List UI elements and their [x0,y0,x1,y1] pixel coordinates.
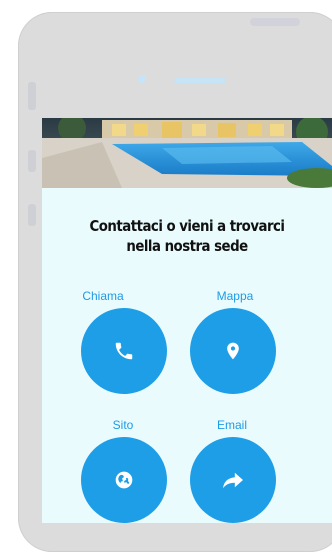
top-button [250,18,300,26]
email-label: Email [216,418,247,432]
hero-image [42,118,332,188]
camera-icon [138,75,146,83]
map-button[interactable] [190,308,276,394]
speaker-grille [174,78,226,83]
website-button[interactable] [81,437,167,523]
page-title: Contattaci o vieni a trovarci nella nost… [62,216,311,256]
site-label: Sito [112,418,134,432]
phone-screen: Contattaci o vieni a trovarci nella nost… [42,118,332,523]
call-button[interactable] [81,308,167,394]
phone-icon [115,342,133,360]
call-label: Chiama [82,289,124,303]
email-button[interactable] [190,437,276,523]
map-pin-icon [227,342,239,360]
share-arrow-icon [223,472,243,489]
side-button [28,150,36,172]
heading-line: Contattaci o vieni a trovarci [89,217,285,235]
heading-line: nella nostra sede [126,237,248,255]
globe-icon [115,471,133,489]
side-button [28,82,36,110]
side-button [28,204,36,226]
map-label: Mappa [216,289,254,303]
